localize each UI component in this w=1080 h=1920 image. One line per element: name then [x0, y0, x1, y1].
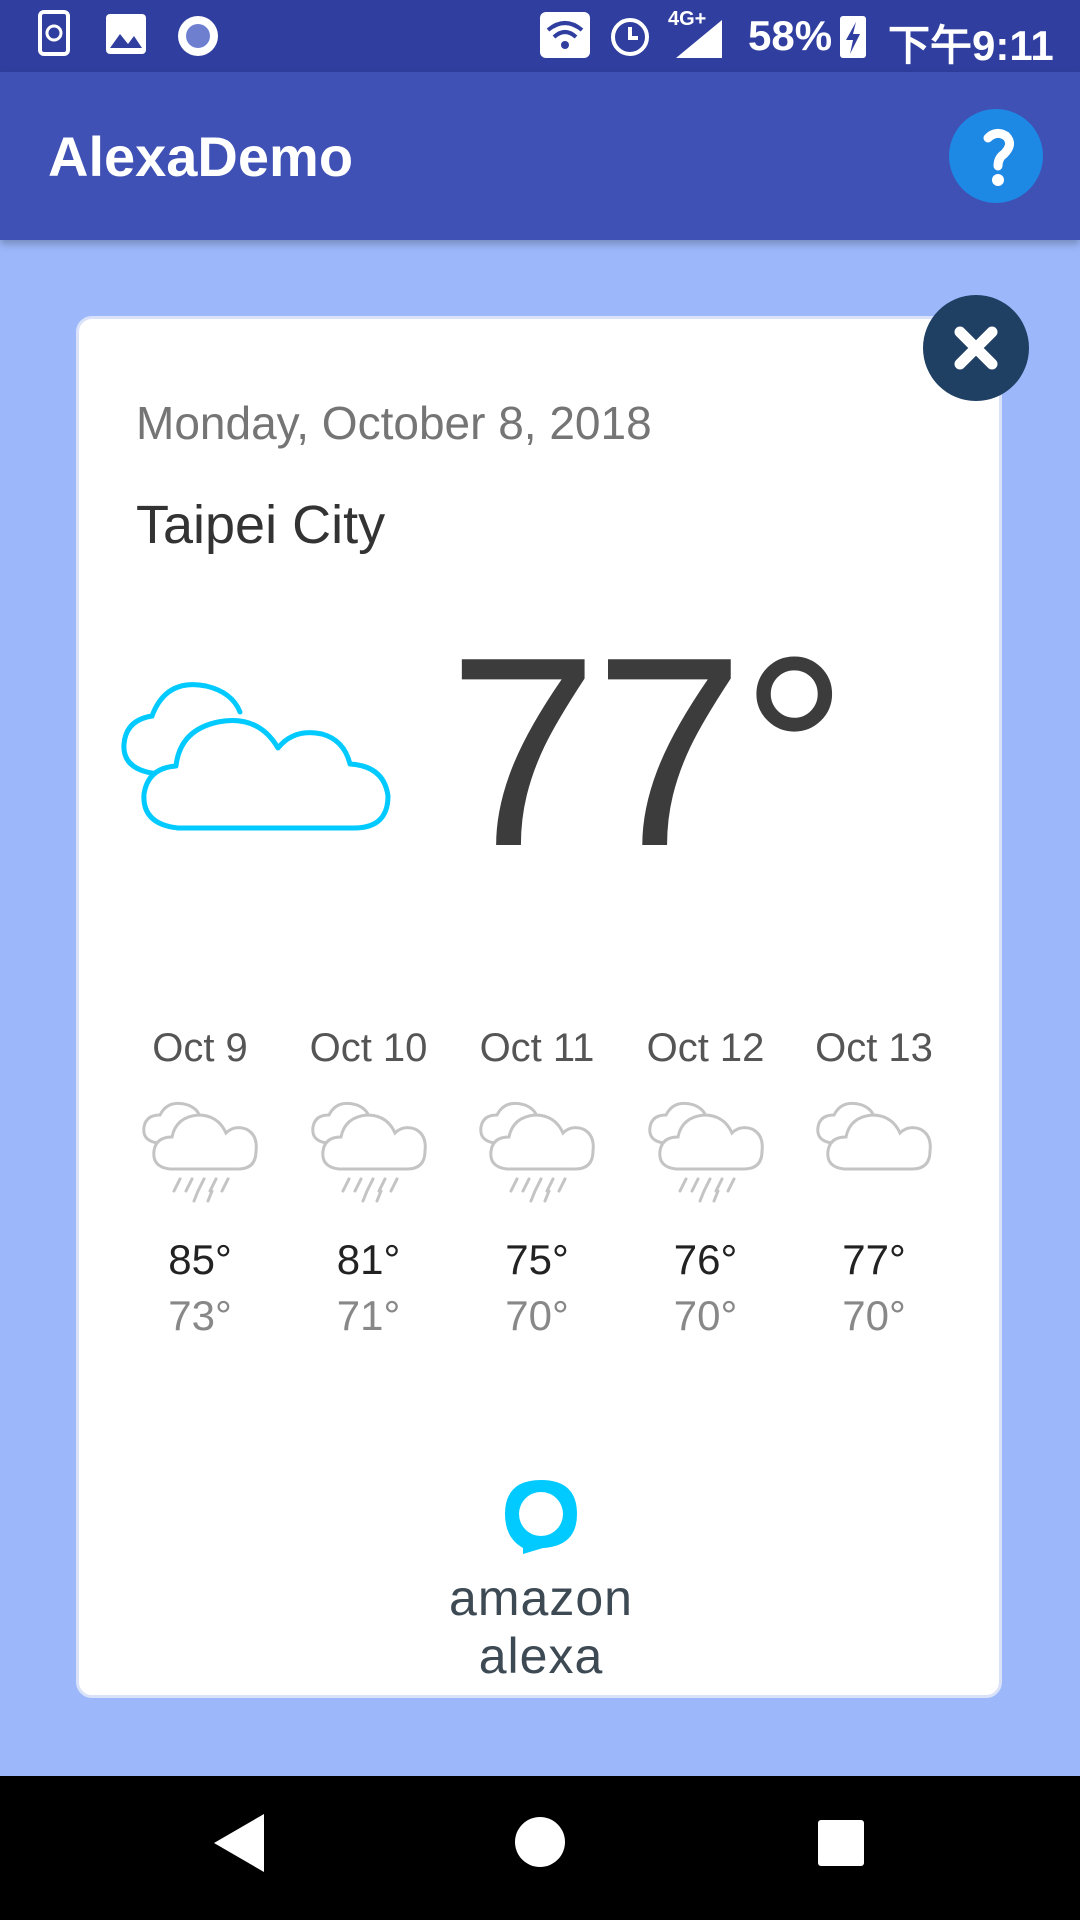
- forecast-day: Oct 12 76° 70°: [622, 1026, 790, 1340]
- back-icon[interactable]: [210, 1812, 266, 1874]
- forecast-low: 70°: [842, 1292, 906, 1339]
- city-name: Taipei City: [136, 495, 386, 555]
- alexa-ring-icon: [505, 1480, 577, 1554]
- rain-cloud-icon: [479, 1101, 595, 1203]
- rain-cloud-icon: [142, 1101, 258, 1203]
- forecast-day: Oct 13 77° 70°: [790, 1026, 958, 1340]
- home-icon[interactable]: [514, 1816, 566, 1868]
- battery-charging-icon: [840, 16, 866, 58]
- forecast-high: 76°: [673, 1236, 738, 1283]
- forecast-date: Oct 12: [646, 1026, 765, 1070]
- recents-icon[interactable]: [818, 1820, 864, 1866]
- weather-date: Monday, October 8, 2018: [136, 397, 652, 449]
- forecast-low: 70°: [673, 1292, 738, 1339]
- forecast-high: 77°: [842, 1236, 906, 1283]
- battery-percent: 58%: [748, 12, 833, 59]
- forecast-high: 75°: [505, 1236, 569, 1283]
- clock: 下午9:11: [888, 22, 1054, 69]
- signal-icon: [676, 20, 722, 58]
- record-icon: [178, 16, 218, 56]
- app-bar: AlexaDemo: [0, 72, 1080, 240]
- wifi-icon: [540, 12, 590, 58]
- forecast-high: 85°: [168, 1236, 232, 1283]
- close-button[interactable]: [922, 294, 1030, 402]
- forecast-date: Oct 10: [309, 1026, 428, 1070]
- rain-cloud-icon: [647, 1101, 764, 1203]
- forecast-list: Oct 9 85° 73° Oct 10 81° 71° Oct 11 75° …: [116, 1026, 958, 1340]
- current-temperature: 77°: [448, 602, 848, 903]
- forecast-low: 71°: [336, 1292, 401, 1339]
- alexa-brand-text: amazon alexa: [449, 1570, 633, 1684]
- forecast-low: 70°: [505, 1292, 569, 1339]
- help-button[interactable]: [948, 108, 1044, 204]
- alarm-icon: [611, 18, 649, 56]
- image-icon: [106, 14, 146, 54]
- rain-cloud-icon: [310, 1101, 427, 1203]
- forecast-date: Oct 9: [152, 1026, 248, 1070]
- cloud-icon: [816, 1101, 932, 1171]
- status-bar: 4G+ 58% 下午9:11: [0, 0, 1080, 72]
- alexa-logo: amazon alexa: [386, 1474, 696, 1684]
- sync-phone-icon: [38, 10, 70, 56]
- forecast-date: Oct 11: [479, 1026, 595, 1070]
- cloudy-icon: [121, 682, 391, 831]
- forecast-low: 73°: [168, 1292, 232, 1339]
- navigation-bar: [0, 1776, 1080, 1920]
- forecast-date: Oct 13: [815, 1026, 933, 1070]
- forecast-day: Oct 10 81° 71°: [285, 1026, 453, 1340]
- forecast-day: Oct 11 75° 70°: [453, 1026, 621, 1340]
- app-title: AlexaDemo: [48, 125, 354, 188]
- forecast-day: Oct 9 85° 73°: [116, 1026, 284, 1340]
- forecast-high: 81°: [336, 1236, 401, 1283]
